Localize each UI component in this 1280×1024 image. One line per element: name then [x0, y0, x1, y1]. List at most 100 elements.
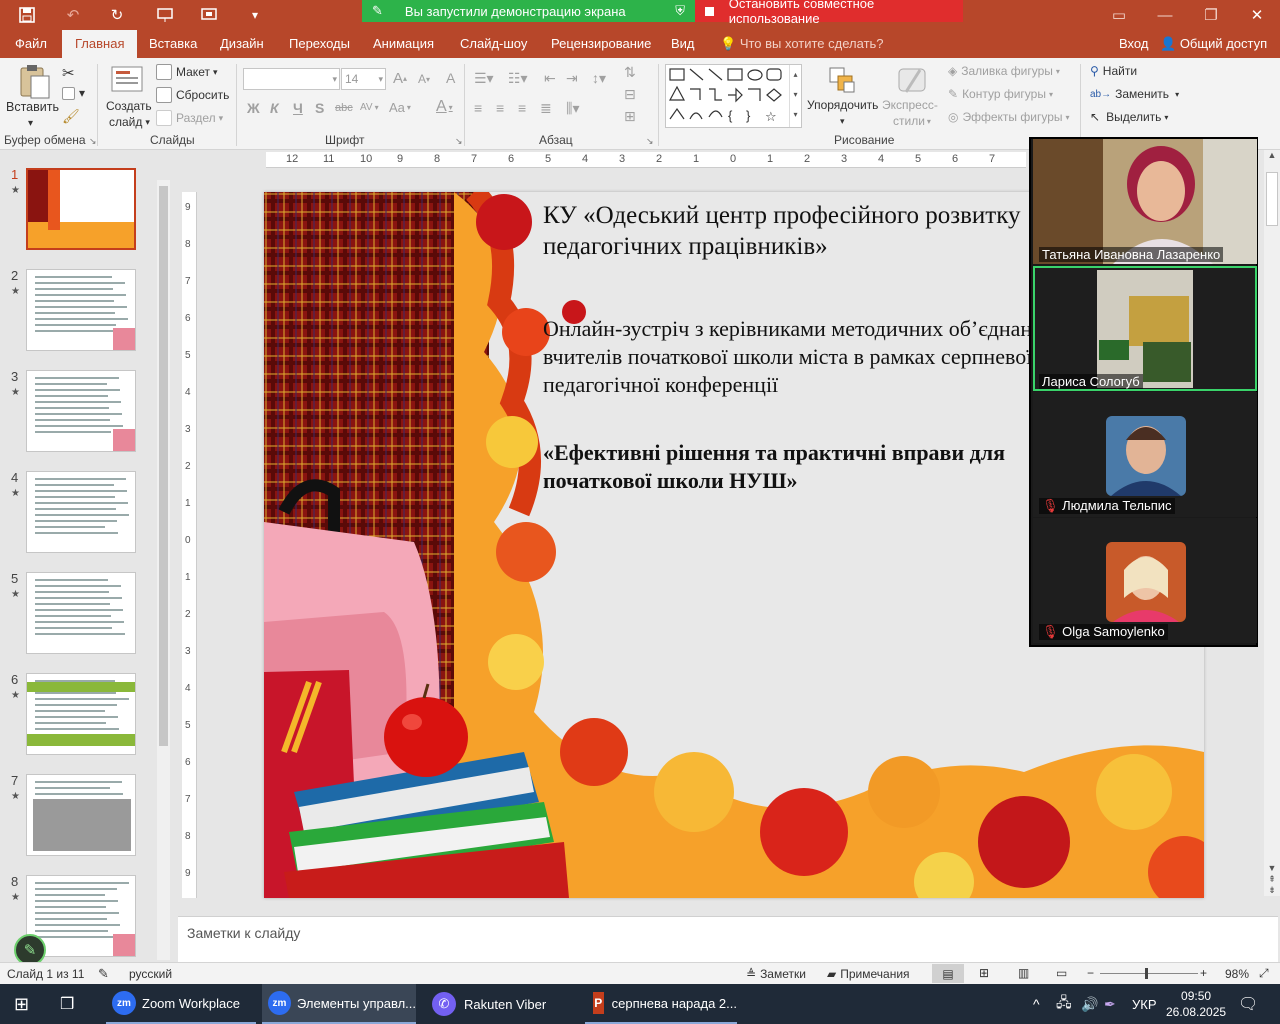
- minimize-icon[interactable]: —: [1142, 0, 1188, 30]
- format-painter-icon[interactable]: 🖌: [62, 108, 80, 125]
- start-icon[interactable]: ⊞: [14, 984, 29, 1024]
- pen-tray-icon[interactable]: ✒: [1104, 984, 1116, 1024]
- font-color-button[interactable]: A ▾: [436, 98, 453, 116]
- find-button[interactable]: ⚲ Найти: [1090, 64, 1137, 78]
- task-view-icon[interactable]: ❒: [60, 984, 74, 1024]
- shape-effects-button[interactable]: ◎ Эффекты фигуры ▾: [948, 110, 1070, 124]
- slide-thumbnail[interactable]: [26, 370, 136, 452]
- paste-dropdown-icon[interactable]: ▾: [28, 118, 33, 129]
- tab-slideshow[interactable]: Слайд-шоу: [460, 30, 527, 58]
- slide-thumbnail[interactable]: [26, 471, 136, 553]
- section-button[interactable]: Раздел ▾: [156, 110, 223, 126]
- slide-scrollbar[interactable]: ▲ ▼ ⇞ ⇟: [1264, 150, 1280, 896]
- restore-icon[interactable]: ❐: [1188, 0, 1234, 30]
- grow-font-icon[interactable]: A ▴: [393, 70, 407, 87]
- signin-link[interactable]: Вход: [1119, 30, 1148, 58]
- slide-thumbnail[interactable]: [26, 269, 136, 351]
- tab-file[interactable]: Файл: [15, 30, 47, 58]
- thumbnails-scroll-thumb[interactable]: [159, 186, 168, 746]
- language-indicator[interactable]: русский: [129, 967, 172, 981]
- taskbar-powerpoint[interactable]: P серпнева нарада 2...: [585, 984, 737, 1024]
- taskbar-zoom-workplace[interactable]: zm Zoom Workplace: [106, 984, 256, 1024]
- replace-button[interactable]: ab→ Заменить ▾: [1090, 87, 1179, 101]
- ribbon-display-icon[interactable]: ▭: [1096, 0, 1142, 30]
- new-slide-icon[interactable]: [110, 63, 144, 97]
- quick-styles-label-1[interactable]: Экспресс-: [882, 98, 938, 112]
- reading-view-icon[interactable]: ▥: [1018, 966, 1029, 980]
- shape-fill-button[interactable]: ◈ Заливка фигуры ▾: [948, 64, 1060, 78]
- strikethrough-button[interactable]: abc: [335, 102, 353, 114]
- font-launcher-icon[interactable]: ↘: [455, 136, 463, 147]
- align-left-icon[interactable]: ≡: [474, 100, 482, 116]
- paste-button[interactable]: Вставить: [6, 100, 59, 114]
- underline-button[interactable]: Ч: [293, 100, 303, 116]
- paste-icon[interactable]: [17, 64, 51, 99]
- normal-view-icon[interactable]: ▤: [932, 964, 964, 983]
- columns-icon[interactable]: ⫼▾: [566, 100, 579, 117]
- font-size-field[interactable]: 14 ▾: [341, 68, 386, 90]
- participant-tile-3[interactable]: 🎙︎ Людмила Тельпис: [1033, 392, 1257, 517]
- zoom-out-icon[interactable]: −: [1087, 966, 1094, 980]
- zoom-slider-thumb[interactable]: [1145, 968, 1148, 979]
- presenter-icon[interactable]: [196, 4, 222, 26]
- numbering-icon[interactable]: ☷▾: [508, 70, 528, 87]
- slide-thumbnail[interactable]: [26, 774, 136, 856]
- arrange-button[interactable]: Упорядочить: [807, 98, 878, 112]
- comments-toggle[interactable]: ▰ Примечания: [827, 967, 910, 981]
- clock[interactable]: 09:50 26.08.2025: [1166, 984, 1226, 1024]
- slide-thumbnail[interactable]: [26, 673, 136, 755]
- tab-review[interactable]: Рецензирование: [551, 30, 651, 58]
- slide-thumbnail[interactable]: [26, 168, 136, 250]
- tab-insert[interactable]: Вставка: [149, 30, 197, 58]
- reset-button[interactable]: Сбросить: [156, 87, 229, 103]
- save-icon[interactable]: [14, 4, 40, 26]
- new-slide-button[interactable]: слайд ▾: [109, 115, 150, 129]
- share-button[interactable]: 👤 Общий доступ: [1160, 30, 1267, 58]
- bullets-icon[interactable]: ☰▾: [474, 70, 494, 87]
- tab-view[interactable]: Вид: [671, 30, 695, 58]
- text-direction-icon[interactable]: ⇅: [624, 64, 636, 81]
- redo-icon[interactable]: ↻: [104, 4, 130, 26]
- change-case-button[interactable]: Aa ▾: [389, 100, 411, 115]
- shadow-button[interactable]: S: [315, 100, 324, 116]
- customize-toolbar-icon[interactable]: ▾: [242, 4, 268, 26]
- increase-indent-icon[interactable]: ⇥: [566, 70, 578, 87]
- slideshow-view-icon[interactable]: ▭: [1056, 966, 1067, 980]
- tab-animations[interactable]: Анимация: [373, 30, 434, 58]
- notes-pane[interactable]: Заметки к слайду: [178, 916, 1278, 962]
- taskbar-zoom-controls[interactable]: zm Элементы управл...: [262, 984, 416, 1024]
- quick-styles-icon[interactable]: [896, 64, 930, 98]
- participant-tile-4[interactable]: 🎙︎ Olga Samoylenko: [1033, 518, 1257, 643]
- taskbar-viber[interactable]: ✆ Rakuten Viber: [424, 984, 584, 1024]
- shrink-font-icon[interactable]: A ▾: [418, 72, 430, 86]
- arrange-icon[interactable]: [826, 64, 860, 98]
- font-name-field[interactable]: ▾: [243, 68, 340, 90]
- vertical-ruler[interactable]: 9 8 7 6 5 4 3 2 1 0 1 2 3 4 5 6 7 8 9: [182, 192, 197, 898]
- zoom-slider[interactable]: [1100, 973, 1198, 974]
- slideshow-start-icon[interactable]: [152, 4, 178, 26]
- copy-icon[interactable]: ▾: [62, 86, 85, 100]
- arrange-dropdown-icon[interactable]: ▾: [840, 116, 845, 127]
- scroll-up-icon[interactable]: ▲: [1264, 150, 1280, 160]
- char-spacing-button[interactable]: AV ▾: [360, 102, 379, 113]
- justify-icon[interactable]: ≣: [540, 100, 552, 117]
- quick-styles-button[interactable]: стили ▾: [893, 114, 931, 128]
- tell-me-box[interactable]: 💡 Что вы хотите сделать?: [720, 30, 884, 58]
- scroll-down-icon[interactable]: ▼ ⇞ ⇟: [1264, 863, 1280, 896]
- select-button[interactable]: ↖ Выделить ▾: [1090, 110, 1168, 124]
- input-language[interactable]: УКР: [1132, 984, 1157, 1024]
- clear-format-icon[interactable]: A: [446, 70, 455, 86]
- horizontal-ruler[interactable]: 12 11 10 9 8 7 6 5 4 3 2 1 0 1 2 3 4 5 6 7: [266, 152, 1026, 168]
- notifications-icon[interactable]: 🗨: [1238, 984, 1258, 1024]
- align-right-icon[interactable]: ≡: [518, 100, 526, 116]
- tab-transitions[interactable]: Переходы: [289, 30, 350, 58]
- participant-tile-1[interactable]: Татьяна Ивановна Лазаренко: [1033, 139, 1257, 264]
- italic-button[interactable]: К: [270, 100, 279, 116]
- clipboard-launcher-icon[interactable]: ↘: [89, 136, 97, 147]
- spellcheck-icon[interactable]: ✎: [98, 966, 109, 982]
- stop-share-button[interactable]: Остановить совместное использование: [695, 0, 963, 26]
- network-icon[interactable]: 🖧: [1056, 984, 1072, 1024]
- volume-icon[interactable]: 🔊: [1081, 984, 1098, 1024]
- close-icon[interactable]: ✕: [1234, 0, 1280, 30]
- slide-sorter-icon[interactable]: ⊞: [979, 966, 989, 980]
